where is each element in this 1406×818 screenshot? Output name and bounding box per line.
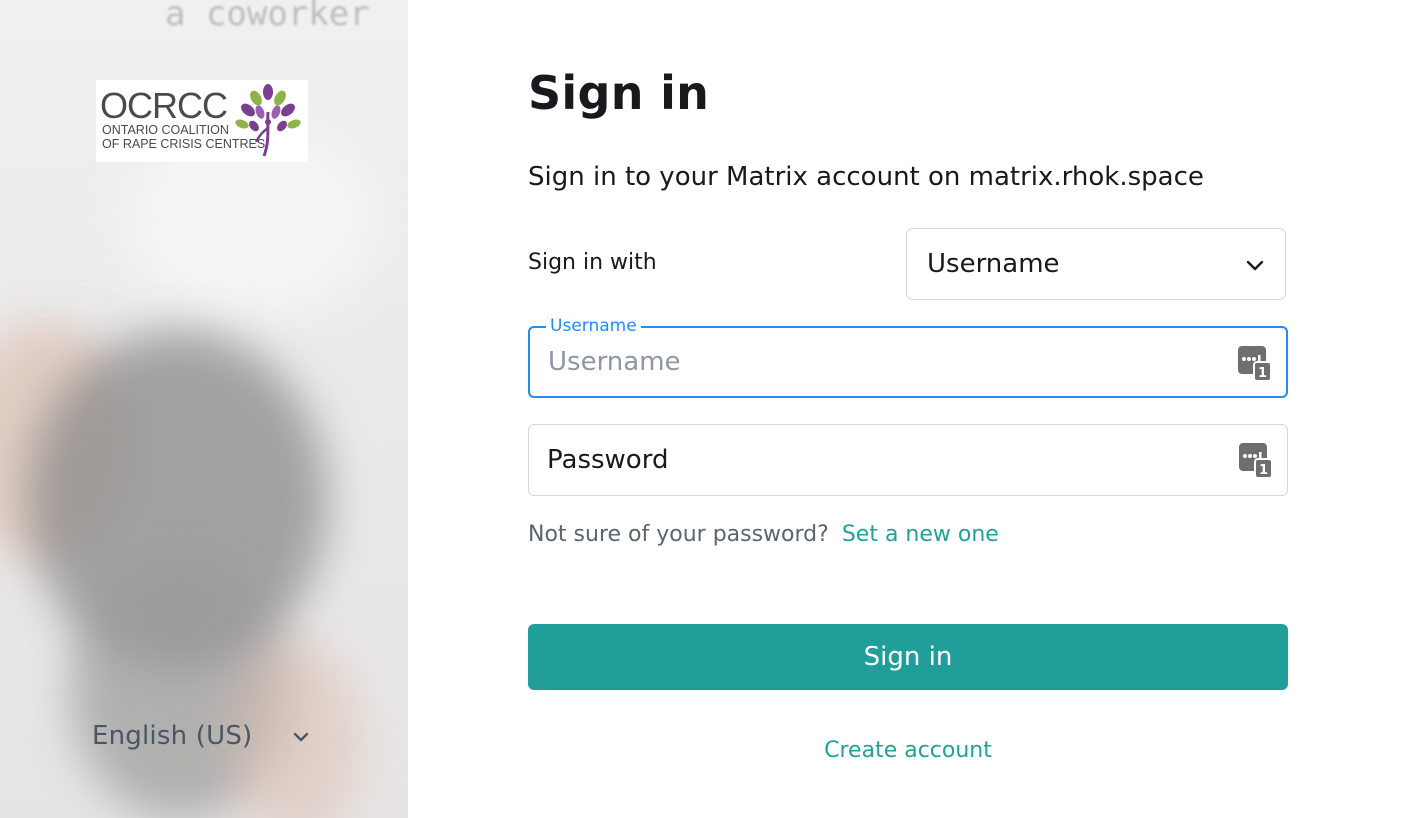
forgot-password-prompt: Not sure of your password? [528,522,829,547]
auth-panel: Sign in Sign in to your Matrix account o… [408,0,1406,818]
forgot-password-row: Not sure of your password? Set a new one [528,522,999,547]
ocrcc-logo: OCRCC ONTARIO COALITION OF RAPE CRISIS C… [96,80,308,162]
tree-logo-icon [235,84,301,157]
password-manager-icon[interactable]: 1 [1238,346,1272,382]
sign-in-page: a coworker OCRCC ONTARIO COALITION OF RA… [0,0,1406,818]
language-label: English (US) [92,721,253,751]
create-account-row: Create account [528,738,1288,763]
password-input[interactable] [547,425,1227,495]
set-new-password-link[interactable]: Set a new one [842,522,999,547]
create-account-link[interactable]: Create account [824,738,992,763]
left-panel: a coworker OCRCC ONTARIO COALITION OF RA… [0,0,408,818]
sign-in-button[interactable]: Sign in [528,624,1288,690]
sign-in-with-label: Sign in with [528,250,657,275]
password-field: 1 [528,424,1288,496]
login-type-dropdown[interactable]: Username [906,228,1286,300]
logo-line-1: ONTARIO COALITION [102,123,229,137]
chevron-down-icon [1246,260,1264,271]
svg-text:1: 1 [1258,366,1267,381]
svg-text:1: 1 [1259,463,1268,478]
password-manager-icon[interactable]: 1 [1239,443,1273,479]
page-subtitle: Sign in to your Matrix account on matrix… [528,162,1204,192]
login-type-value: Username [927,249,1060,279]
background-text: a coworker [165,0,370,34]
username-input[interactable] [548,328,1228,396]
chevron-down-icon [293,732,309,742]
logo-wordmark: OCRCC [100,85,228,126]
language-selector[interactable]: English (US) [92,716,322,756]
page-title: Sign in [528,66,710,120]
username-field: Username 1 [528,316,1288,398]
